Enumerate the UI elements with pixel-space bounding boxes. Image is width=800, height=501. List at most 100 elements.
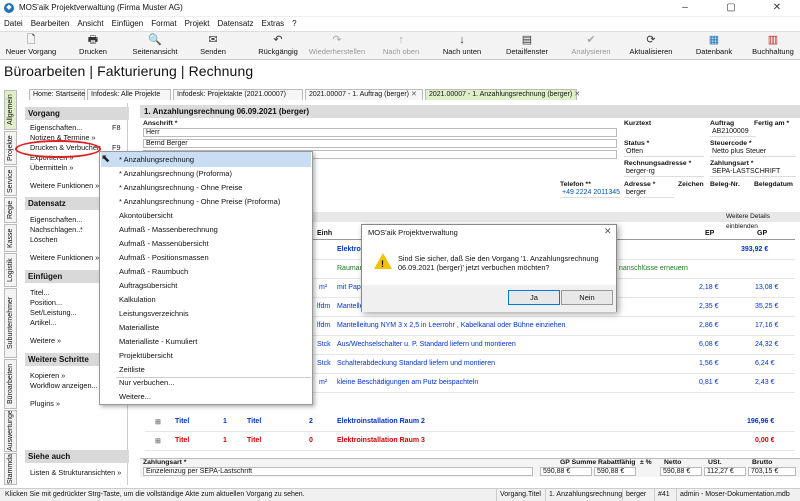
send-button[interactable]: ✉ Senden bbox=[190, 33, 236, 60]
expand-icon[interactable]: ⊞ bbox=[155, 437, 161, 445]
menu-bar: Datei Bearbeiten Ansicht Einfügen Format Proj… bbox=[0, 17, 800, 31]
menu-item-positionsmassen[interactable]: Aufmaß - Positionsmassen bbox=[101, 250, 311, 265]
dialog-close-icon[interactable]: ✕ bbox=[604, 226, 612, 237]
item-position[interactable]: Position... bbox=[30, 298, 62, 307]
status-field[interactable]: Offen bbox=[624, 148, 704, 157]
expand-icon[interactable]: ⊞ bbox=[155, 418, 161, 426]
print-button[interactable]: 🖶 Drucken bbox=[70, 33, 116, 60]
item-kopieren[interactable]: Kopieren » bbox=[30, 371, 65, 380]
item-plugins[interactable]: Plugins » bbox=[30, 399, 60, 408]
menu-item-massenberechnung[interactable]: Aufmaß - Massenberechnung bbox=[101, 222, 311, 237]
menu-item-massenuebersicht[interactable]: Aufmaß - Massenübersicht bbox=[101, 236, 311, 251]
menu-projekt[interactable]: Projekt bbox=[181, 17, 214, 31]
menu-item-materialliste-kumuliert[interactable]: Materialliste - Kumuliert bbox=[101, 334, 311, 349]
move-up-button[interactable]: ↑ Nach oben bbox=[378, 33, 424, 60]
undo-button[interactable]: ↶ Rückgängig bbox=[252, 33, 304, 60]
menu-item-ohne-preise-proforma[interactable]: * Anzahlungsrechnung - Ohne Preise (Prof… bbox=[101, 194, 311, 209]
adresse-field[interactable]: berger bbox=[624, 189, 674, 198]
zahlungsart-field[interactable]: SEPA-LASTSCHRIFT bbox=[710, 168, 796, 177]
vtab-logistik[interactable]: Logistik bbox=[4, 253, 17, 287]
close-tab-icon[interactable]: ✕ bbox=[411, 91, 417, 98]
menu-item-anzahlungsrechnung[interactable]: * Anzahlungsrechnung bbox=[101, 152, 311, 167]
menu-item-kalkulation[interactable]: Kalkulation bbox=[101, 292, 311, 307]
vtab-auswertungen[interactable]: Auswertungen bbox=[4, 410, 17, 452]
rabatt-field: 590,88 € bbox=[594, 467, 636, 476]
yes-button[interactable]: Ja bbox=[508, 290, 560, 305]
telefon-field[interactable]: +49 2224 2011345 bbox=[560, 189, 620, 198]
accounting-button[interactable]: ▥ Buchhaltung bbox=[748, 33, 798, 60]
new-button[interactable]: 🗋 Neuer Vorgang bbox=[4, 33, 58, 60]
vtab-kasse[interactable]: Kasse bbox=[4, 224, 17, 252]
menu-item-raumbuch[interactable]: Aufmaß - Raumbuch bbox=[101, 264, 311, 279]
auftrag-field[interactable]: AB2100009 bbox=[710, 128, 756, 137]
vtab-allgemein[interactable]: Allgemein bbox=[4, 90, 17, 130]
vtab-bueroarbeiten[interactable]: Büroarbeiten bbox=[4, 359, 17, 409]
tab-home[interactable]: Home: Startseite bbox=[29, 89, 85, 100]
item-artikel[interactable]: Artikel... bbox=[30, 318, 56, 327]
item-uebermitteln[interactable]: Übermitteln » bbox=[30, 163, 73, 172]
vtab-subunternehmer[interactable]: Subunternehmer bbox=[4, 288, 17, 358]
steuercode-field[interactable]: Netto plus Steuer bbox=[710, 148, 796, 157]
status-value: 1. Anzahlungsrechnung bbox=[545, 489, 622, 501]
anschrift-line-1[interactable]: Herr bbox=[143, 128, 617, 137]
item-set-leistung[interactable]: Set/Leistung... bbox=[30, 308, 77, 317]
item-eigenschaften[interactable]: Eigenschaften... F8 bbox=[30, 123, 121, 132]
weitere-funktionen-1[interactable]: Weitere Funktionen » bbox=[30, 181, 99, 190]
detail-window-button[interactable]: ▤ Detailfenster bbox=[500, 33, 554, 60]
item-listen[interactable]: Listen & Strukturansichten » bbox=[30, 468, 121, 477]
menu-format[interactable]: Format bbox=[147, 17, 180, 31]
weitere-funktionen-2[interactable]: Weitere Funktionen » bbox=[30, 253, 99, 262]
menu-extras[interactable]: Extras bbox=[258, 17, 289, 31]
new-doc-icon: 🗋 bbox=[26, 34, 36, 46]
move-down-button[interactable]: ↓ Nach unten bbox=[436, 33, 488, 60]
item-titel[interactable]: Titel... bbox=[30, 288, 50, 297]
title-row[interactable]: ⊞ Titel 1 Titel 0 Elektroinstallation Ra… bbox=[145, 432, 795, 451]
item-ds-eigenschaften[interactable]: Eigenschaften... bbox=[30, 215, 82, 224]
tab-anzahlungsrechnung[interactable]: 2021.00007 - 1. Anzahlungsrechnung (berg… bbox=[425, 89, 580, 100]
maximize-icon[interactable]: ▢ bbox=[708, 0, 754, 17]
redo-button[interactable]: ↷ Wiederherstellen bbox=[306, 33, 368, 60]
menu-datei[interactable]: Datei bbox=[0, 17, 27, 31]
analyze-button[interactable]: ✔ Analysieren bbox=[566, 33, 616, 60]
item-workflow[interactable]: Workflow anzeigen... bbox=[30, 381, 98, 390]
refresh-button[interactable]: ⟳ Aktualisieren bbox=[624, 33, 678, 60]
menu-item-nur-verbuchen[interactable]: Nur verbuchen... bbox=[101, 375, 311, 390]
menu-bearbeiten[interactable]: Bearbeiten bbox=[27, 17, 74, 31]
menu-datensatz[interactable]: Datensatz bbox=[213, 17, 257, 31]
menu-einfuegen[interactable]: Einfügen bbox=[108, 17, 148, 31]
footer-zahlungsart-field[interactable]: Einzeleinzug per SEPA-Lastschrift bbox=[143, 467, 533, 476]
menu-item-materialliste[interactable]: Materialliste bbox=[101, 320, 311, 335]
menu-item-auftragsuebersicht[interactable]: Auftragsübersicht bbox=[101, 278, 311, 293]
anschrift-line-2[interactable]: Bernd Berger bbox=[143, 139, 617, 148]
menu-item-projektuebersicht[interactable]: Projektübersicht bbox=[101, 348, 311, 363]
no-button[interactable]: Nein bbox=[561, 290, 613, 305]
vtab-stammdaten[interactable]: Stammdaten bbox=[4, 453, 17, 485]
highlight-circle bbox=[15, 140, 101, 158]
tab-infodesk-projekte[interactable]: Infodesk: Alle Projekte bbox=[87, 89, 171, 100]
title-row[interactable]: ⊞ Titel 1 Titel 2 Elektroinstallation Ra… bbox=[145, 413, 795, 432]
page-view-button[interactable]: 🔍 Seitenansicht bbox=[130, 33, 180, 60]
tab-projektakte[interactable]: Infodesk: Projektakte (2021.00007) bbox=[173, 89, 303, 100]
page-title: Büroarbeiten | Fakturierung | Rechnung bbox=[4, 63, 254, 79]
weitere-3[interactable]: Weitere » bbox=[30, 336, 61, 345]
close-tab-icon[interactable]: ✕ bbox=[574, 91, 580, 98]
menu-item-weitere[interactable]: Weitere... bbox=[101, 389, 311, 404]
menu-item-akontouebersicht[interactable]: Akontoübersicht bbox=[101, 208, 311, 223]
rechnungsadresse-field[interactable]: berger-rg bbox=[624, 168, 704, 177]
item-nachschlagen[interactable]: Nachschlagen... * bbox=[30, 225, 83, 234]
menu-ansicht[interactable]: Ansicht bbox=[73, 17, 107, 31]
rabatt-label: Rabattfähig bbox=[598, 459, 636, 466]
minimize-icon[interactable]: – bbox=[662, 0, 708, 17]
close-icon[interactable]: ✕ bbox=[754, 0, 800, 17]
menu-item-proforma[interactable]: * Anzahlungsrechnung (Proforma) bbox=[101, 166, 311, 181]
refresh-icon: ⟳ bbox=[646, 34, 656, 46]
menu-item-leistungsverzeichnis[interactable]: Leistungsverzeichnis bbox=[101, 306, 311, 321]
menu-help[interactable]: ? bbox=[288, 17, 300, 31]
vtab-regie[interactable]: Regie bbox=[4, 197, 17, 223]
fertig-label: Fertig am * bbox=[754, 120, 790, 127]
menu-item-ohne-preise[interactable]: * Anzahlungsrechnung - Ohne Preise bbox=[101, 180, 311, 195]
item-loeschen[interactable]: Löschen bbox=[30, 235, 58, 244]
vtab-service[interactable]: Service bbox=[4, 166, 17, 196]
database-button[interactable]: ▦ Datenbank bbox=[690, 33, 738, 60]
tab-auftrag[interactable]: 2021.00007 - 1. Auftrag (berger) ✕ bbox=[305, 89, 423, 100]
